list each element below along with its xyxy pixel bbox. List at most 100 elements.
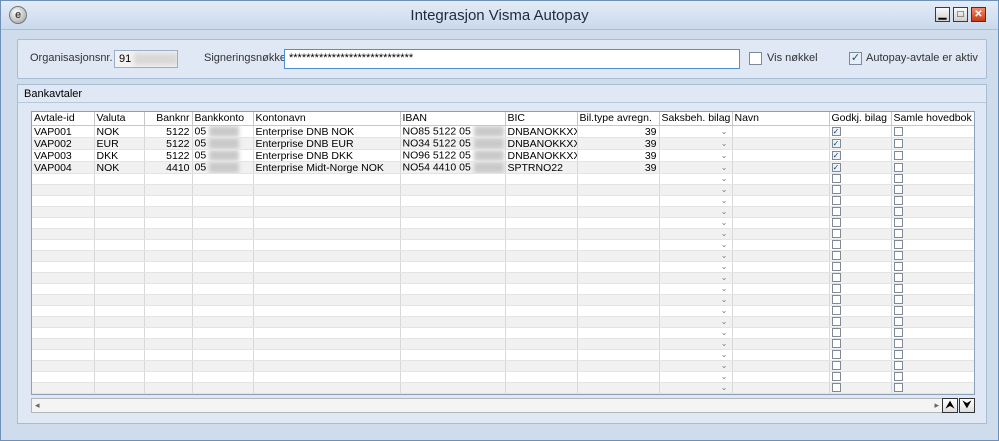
table-row[interactable]: VAP001 NOK 5122 05 Enterprise DNB NOK NO85 51… [32,125,974,138]
table-cell-valuta[interactable] [94,283,145,295]
table-row[interactable]: ⌄ [32,382,974,394]
table-cell-bic[interactable]: DNBANOKKXXX [505,125,578,138]
approve-bilag-checkbox[interactable] [831,372,841,381]
table-cell-bic[interactable] [505,338,578,350]
table-cell-konto[interactable] [192,206,254,218]
table-cell-navn[interactable] [732,239,830,251]
table-cell-banknr[interactable] [144,239,193,251]
table-cell-avtale[interactable]: VAP002 [32,137,95,150]
table-cell-banknr[interactable]: 5122 [144,137,193,150]
table-row[interactable]: ⌄ [32,217,974,229]
table-cell-avtale[interactable] [32,371,95,383]
table-cell-valuta[interactable]: EUR [94,137,145,150]
column-header[interactable]: Kontonavn [253,112,401,126]
column-header[interactable]: Samle hovedbok [891,112,974,126]
table-cell-bic[interactable] [505,382,578,394]
table-cell-navn[interactable] [732,305,830,317]
table-cell-valuta[interactable] [94,272,145,284]
table-cell-saksbeh[interactable]: ⌄ [659,173,733,185]
chevron-down-icon[interactable]: ⌄ [662,306,730,316]
table-cell-kontonavn[interactable] [253,173,401,185]
autopay-active-checkbox[interactable]: ✓ [849,52,862,65]
table-cell-banknr[interactable] [144,305,193,317]
table-cell-avtale[interactable] [32,272,95,284]
table-cell-avtale[interactable] [32,239,95,251]
table-cell-iban[interactable] [400,360,506,372]
collect-ledger-checkbox[interactable] [893,207,903,216]
table-cell-bic[interactable] [505,239,578,251]
collect-ledger-checkbox[interactable] [893,196,903,205]
table-cell-kontonavn[interactable] [253,283,401,295]
table-row[interactable]: ⌄ [32,349,974,361]
table-cell-iban[interactable] [400,261,506,273]
table-cell-valuta[interactable] [94,173,145,185]
table-row[interactable]: ⌄ [32,360,974,372]
chevron-down-icon[interactable]: ⌄ [662,317,730,327]
table-cell-biltype[interactable]: 39 [577,137,660,150]
chevron-down-icon[interactable]: ⌄ [662,196,730,206]
table-cell-biltype[interactable] [577,195,660,207]
table-cell-avtale[interactable] [32,250,95,262]
collect-ledger-checkbox[interactable] [893,284,903,293]
table-cell-avtale[interactable] [32,316,95,328]
collect-ledger-checkbox[interactable] [893,218,903,227]
column-header[interactable]: Bankkonto [192,112,254,126]
table-cell-kontonavn[interactable] [253,294,401,306]
table-row[interactable]: VAP002 EUR 5122 05 Enterprise DNB EUR NO34 51… [32,137,974,150]
chevron-down-icon[interactable]: ⌄ [662,163,730,173]
scroll-right-icon[interactable]: ▸ [934,400,939,411]
table-cell-banknr[interactable]: 5122 [144,149,193,162]
table-cell-bic[interactable] [505,283,578,295]
chevron-down-icon[interactable]: ⌄ [662,295,730,305]
table-cell-avtale[interactable] [32,338,95,350]
table-cell-valuta[interactable] [94,217,145,229]
table-row[interactable]: ⌄ [32,338,974,350]
table-cell-saksbeh[interactable]: ⌄ [659,137,733,150]
table-cell-bic[interactable] [505,305,578,317]
table-cell-iban[interactable] [400,173,506,185]
table-cell-konto[interactable]: 05 [192,125,254,138]
table-cell-banknr[interactable] [144,316,193,328]
collect-ledger-checkbox[interactable] [893,383,903,392]
table-row[interactable]: VAP003 DKK 5122 05 Enterprise DNB DKK NO96 51… [32,149,974,162]
collect-ledger-checkbox[interactable] [893,372,903,381]
table-cell-iban[interactable] [400,349,506,361]
table-cell-bic[interactable] [505,228,578,240]
table-cell-saksbeh[interactable]: ⌄ [659,316,733,328]
minimize-button[interactable]: ▁ [935,7,950,22]
approve-bilag-checkbox[interactable] [831,317,841,326]
table-cell-navn[interactable] [732,217,830,229]
table-row[interactable]: ⌄ [32,228,974,240]
table-cell-banknr[interactable] [144,261,193,273]
table-cell-konto[interactable] [192,294,254,306]
table-cell-konto[interactable]: 05 [192,137,254,150]
table-row[interactable]: ⌄ [32,206,974,218]
table-cell-banknr[interactable] [144,349,193,361]
table-cell-biltype[interactable] [577,228,660,240]
chevron-down-icon[interactable]: ⌄ [662,139,730,149]
collect-ledger-checkbox[interactable] [893,328,903,337]
table-row[interactable]: ⌄ [32,327,974,339]
table-cell-avtale[interactable] [32,327,95,339]
table-cell-biltype[interactable] [577,239,660,251]
scroll-down-button[interactable]: ⮟ [959,398,975,413]
table-cell-banknr[interactable] [144,371,193,383]
table-cell-kontonavn[interactable] [253,217,401,229]
table-cell-iban[interactable] [400,338,506,350]
table-cell-saksbeh[interactable]: ⌄ [659,125,733,138]
table-cell-valuta[interactable] [94,184,145,196]
table-cell-avtale[interactable] [32,360,95,372]
org-number-field[interactable]: 91 [114,50,178,68]
table-cell-navn[interactable] [732,272,830,284]
table-cell-biltype[interactable] [577,173,660,185]
table-cell-avtale[interactable] [32,206,95,218]
table-cell-kontonavn[interactable] [253,371,401,383]
table-cell-bic[interactable] [505,371,578,383]
table-cell-konto[interactable]: 05 [192,161,254,174]
show-key-checkbox[interactable] [749,52,762,65]
collect-ledger-checkbox[interactable] [893,174,903,183]
column-header[interactable]: IBAN [400,112,506,126]
approve-bilag-checkbox[interactable] [831,262,841,271]
scroll-up-button[interactable]: ⮝ [942,398,958,413]
table-cell-banknr[interactable] [144,272,193,284]
